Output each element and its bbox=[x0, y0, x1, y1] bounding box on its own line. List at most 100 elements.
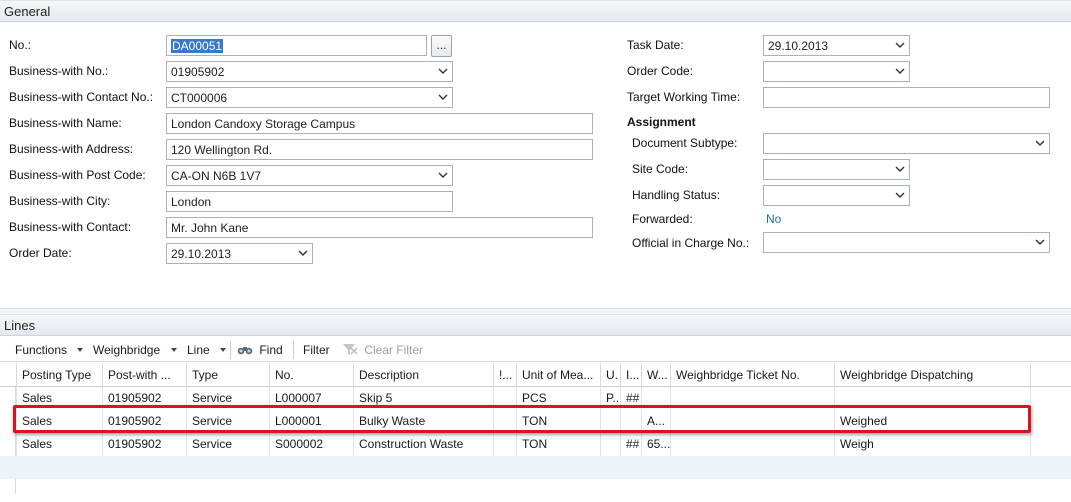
official-in-charge-label: Official in Charge No.: bbox=[632, 236, 750, 250]
handling-status-field[interactable] bbox=[763, 185, 910, 206]
line-menu-button[interactable]: Line bbox=[187, 343, 227, 357]
line-label: Line bbox=[187, 343, 210, 357]
col-header-weighbridge-ticket-no[interactable]: Weighbridge Ticket No. bbox=[670, 363, 834, 387]
cell-w[interactable]: 65... bbox=[641, 433, 670, 456]
cell-flag[interactable] bbox=[493, 433, 516, 456]
bw-post-code-field[interactable]: CA-ON N6B 1V7 bbox=[166, 165, 453, 186]
cell-flag[interactable] bbox=[493, 387, 516, 410]
bw-post-code-value: CA-ON N6B 1V7 bbox=[171, 169, 262, 183]
task-date-field[interactable]: 29.10.2013 bbox=[763, 35, 910, 56]
functions-menu-button[interactable]: Functions bbox=[15, 343, 84, 357]
dropdown-triangle-icon bbox=[220, 348, 227, 352]
cell-i[interactable]: ## bbox=[620, 387, 641, 410]
cell-posting-type[interactable]: Sales bbox=[16, 387, 102, 410]
cell-w[interactable] bbox=[641, 387, 670, 410]
col-header-no[interactable]: No. bbox=[269, 363, 353, 387]
cell-post-with[interactable]: 01905902 bbox=[102, 433, 186, 456]
cell-w[interactable]: A... bbox=[641, 410, 670, 433]
find-button[interactable]: Find bbox=[237, 343, 283, 357]
cell-no[interactable]: S000002 bbox=[269, 433, 353, 456]
no-field[interactable]: DA00051 bbox=[166, 35, 427, 56]
cell-u[interactable]: P... bbox=[600, 387, 620, 410]
col-header-type[interactable]: Type bbox=[186, 363, 269, 387]
cell-unit-of-measure[interactable]: TON bbox=[516, 410, 600, 433]
bw-address-field[interactable]: 120 Wellington Rd. bbox=[166, 139, 593, 160]
cell-weighbridge-ticket-no[interactable] bbox=[670, 433, 834, 456]
bw-contact-field[interactable]: Mr. John Kane bbox=[166, 217, 593, 238]
chevron-down-icon[interactable] bbox=[438, 66, 448, 76]
cell-post-with[interactable]: 01905902 bbox=[102, 410, 186, 433]
cell-no[interactable]: L000007 bbox=[269, 387, 353, 410]
table-row[interactable]: Sales 01905902 Service S000002 Construct… bbox=[0, 433, 1071, 456]
chevron-down-icon[interactable] bbox=[895, 190, 905, 200]
cell-posting-type[interactable]: Sales bbox=[16, 410, 102, 433]
clear-filter-button[interactable]: Clear Filter bbox=[342, 343, 423, 357]
clear-filter-label: Clear Filter bbox=[364, 343, 424, 357]
cell-post-with[interactable]: 01905902 bbox=[102, 387, 186, 410]
chevron-down-icon[interactable] bbox=[1035, 237, 1045, 247]
bw-no-field[interactable]: 01905902 bbox=[166, 61, 453, 82]
cell-unit-of-measure[interactable]: TON bbox=[516, 433, 600, 456]
cell-spacer bbox=[1030, 387, 1071, 410]
col-header-i[interactable]: I... bbox=[620, 363, 641, 387]
cell-u[interactable] bbox=[600, 433, 620, 456]
cell-unit-of-measure[interactable]: PCS bbox=[516, 387, 600, 410]
site-code-field[interactable] bbox=[763, 159, 910, 180]
col-header-description[interactable]: Description bbox=[353, 363, 493, 387]
col-header-weighbridge-dispatching[interactable]: Weighbridge Dispatching bbox=[834, 363, 1030, 387]
table-row[interactable]: Sales 01905902 Service L000007 Skip 5 PC… bbox=[0, 387, 1071, 410]
table-row[interactable]: Sales 01905902 Service L000001 Bulky Was… bbox=[0, 410, 1071, 433]
col-header-flag[interactable]: !... bbox=[493, 363, 516, 387]
cell-i[interactable] bbox=[620, 410, 641, 433]
lines-section-header[interactable]: Lines bbox=[0, 314, 1071, 336]
cell-no[interactable]: L000001 bbox=[269, 410, 353, 433]
binoculars-icon bbox=[237, 347, 253, 355]
weighbridge-menu-button[interactable]: Weighbridge bbox=[93, 343, 178, 357]
col-header-post-with[interactable]: Post-with ... bbox=[102, 363, 186, 387]
no-assist-button[interactable]: ... bbox=[431, 35, 452, 57]
toolbar-separator bbox=[230, 341, 231, 359]
bw-contact-no-field[interactable]: CT000006 bbox=[166, 87, 453, 108]
cell-type[interactable]: Service bbox=[186, 433, 269, 456]
cell-posting-type[interactable]: Sales bbox=[16, 433, 102, 456]
cell-weighbridge-ticket-no[interactable] bbox=[670, 410, 834, 433]
empty-row[interactable] bbox=[0, 479, 1071, 502]
forwarded-value[interactable]: No bbox=[766, 212, 781, 226]
cell-description[interactable]: Skip 5 bbox=[353, 387, 493, 410]
site-code-label: Site Code: bbox=[632, 162, 689, 176]
dropdown-triangle-icon bbox=[77, 348, 84, 352]
cell-flag[interactable] bbox=[493, 410, 516, 433]
bw-city-field[interactable]: London bbox=[166, 191, 453, 212]
chevron-down-icon[interactable] bbox=[895, 66, 905, 76]
chevron-down-icon[interactable] bbox=[895, 164, 905, 174]
col-header-posting-type[interactable]: Posting Type bbox=[16, 363, 102, 387]
target-working-time-field[interactable] bbox=[763, 87, 1050, 108]
cell-weighbridge-dispatching[interactable]: Weighed bbox=[834, 410, 1030, 433]
filter-button[interactable]: Filter bbox=[303, 343, 330, 357]
chevron-down-icon[interactable] bbox=[895, 40, 905, 50]
col-header-unit-of-measure[interactable]: Unit of Mea... bbox=[516, 363, 600, 387]
cell-type[interactable]: Service bbox=[186, 410, 269, 433]
col-header-u[interactable]: U. bbox=[600, 363, 620, 387]
empty-row[interactable] bbox=[0, 456, 1071, 479]
cell-description[interactable]: Bulky Waste bbox=[353, 410, 493, 433]
chevron-down-icon[interactable] bbox=[298, 248, 308, 258]
cell-description[interactable]: Construction Waste bbox=[353, 433, 493, 456]
official-in-charge-field[interactable] bbox=[763, 232, 1050, 253]
bw-name-field[interactable]: London Candoxy Storage Campus bbox=[166, 113, 593, 134]
order-date-field[interactable]: 29.10.2013 bbox=[166, 243, 313, 264]
document-subtype-field[interactable] bbox=[763, 133, 1050, 154]
cell-weighbridge-dispatching[interactable] bbox=[834, 387, 1030, 410]
cell-weighbridge-ticket-no[interactable] bbox=[670, 387, 834, 410]
cell-u[interactable] bbox=[600, 410, 620, 433]
chevron-down-icon[interactable] bbox=[438, 92, 448, 102]
chevron-down-icon[interactable] bbox=[438, 170, 448, 180]
chevron-down-icon[interactable] bbox=[1035, 138, 1045, 148]
general-section-header[interactable]: General bbox=[0, 0, 1071, 22]
bw-no-value: 01905902 bbox=[171, 65, 225, 79]
cell-weighbridge-dispatching[interactable]: Weigh bbox=[834, 433, 1030, 456]
cell-type[interactable]: Service bbox=[186, 387, 269, 410]
order-code-field[interactable] bbox=[763, 61, 910, 82]
col-header-w[interactable]: W... bbox=[641, 363, 670, 387]
cell-i[interactable]: ## bbox=[620, 433, 641, 456]
